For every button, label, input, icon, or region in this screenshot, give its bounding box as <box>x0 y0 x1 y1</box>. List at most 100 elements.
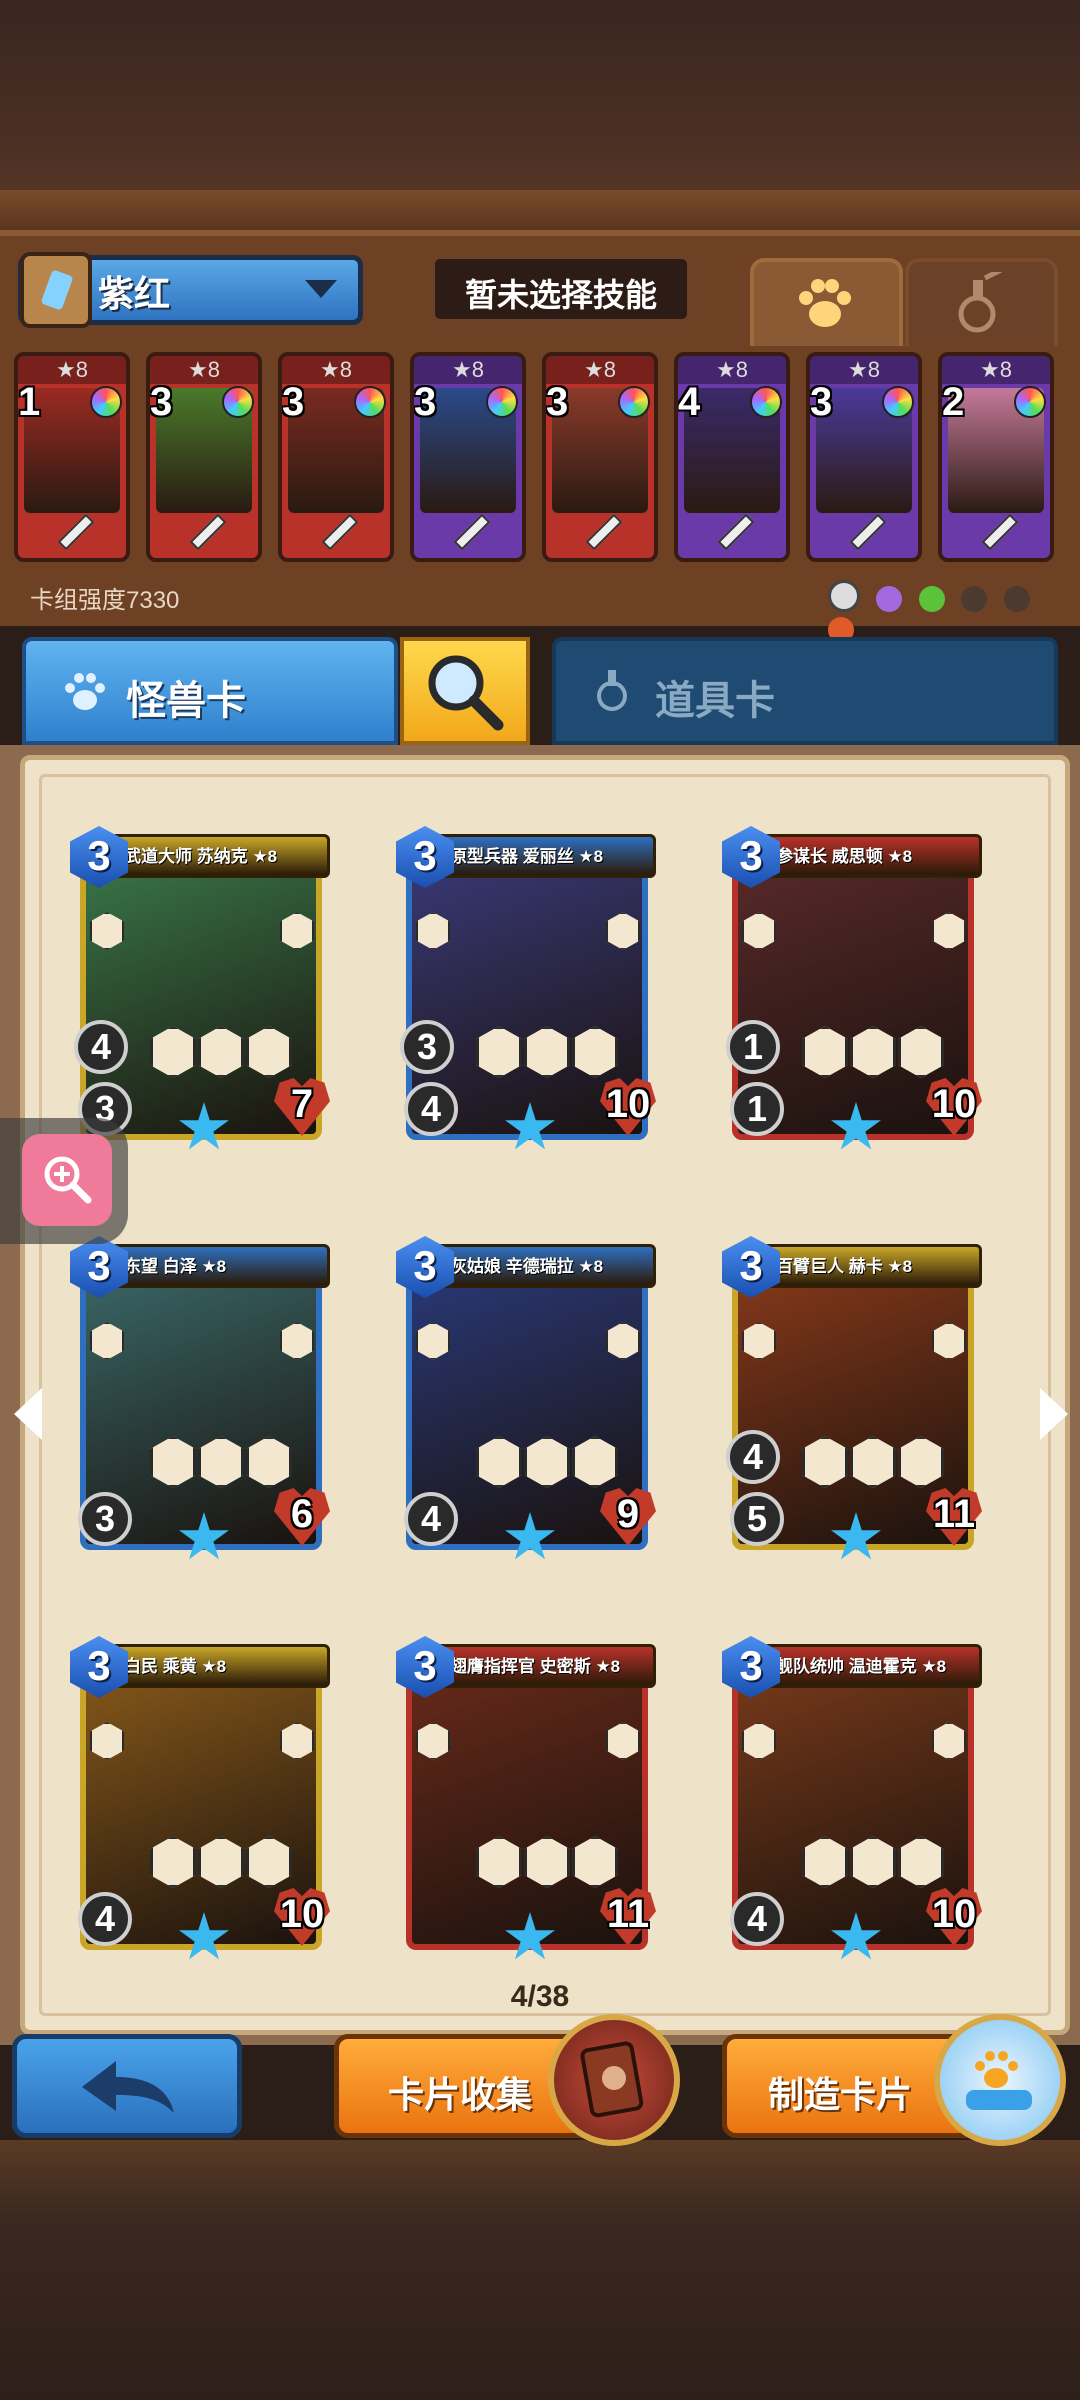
card-collection-label: 卡片收集 <box>388 2074 533 2115</box>
card-attack: 4 <box>94 1898 116 1939</box>
card-secondary-stat: 3 <box>416 1026 438 1067</box>
previous-page-arrow[interactable] <box>14 1388 42 1440</box>
zoom-button[interactable] <box>22 1134 112 1226</box>
card-attack: 3 <box>94 1498 116 1539</box>
deck-card-slot[interactable]: ★8 3 <box>146 352 262 562</box>
page-indicator: 4/38 <box>510 1980 570 2013</box>
rainbow-gem-icon <box>750 386 782 418</box>
skill-label: 暂未选择技能 <box>464 277 657 313</box>
monster-card[interactable]: 百臂巨人 赫卡 ★8 3 4 5 11 <box>722 1230 982 1570</box>
card-attack: 1 <box>746 1088 768 1129</box>
monster-card[interactable]: 灰姑娘 辛德瑞拉 ★8 3 4 9 <box>396 1230 656 1570</box>
card-cost: 3 <box>87 1642 111 1689</box>
card-cost: 3 <box>87 1242 111 1289</box>
dark-element-icon <box>1003 586 1030 612</box>
card-secondary-stat: 1 <box>742 1026 764 1067</box>
card-hp: 10 <box>931 1082 977 1126</box>
next-page-arrow[interactable] <box>1040 1388 1068 1440</box>
deck-card-cost: 3 <box>810 380 833 424</box>
card-attack: 5 <box>746 1498 768 1539</box>
potion-icon <box>597 670 627 711</box>
purple-element-icon <box>876 586 903 612</box>
deck-card-slot[interactable]: ★8 3 <box>542 352 658 562</box>
deck-card-cost: 3 <box>150 380 173 424</box>
card-name: 白民 乘黄 ★8 <box>124 1657 227 1676</box>
monster-card[interactable]: 翅膺指挥官 史密斯 ★8 3 11 <box>396 1630 656 1970</box>
card-cost: 3 <box>739 832 763 879</box>
rainbow-gem-icon <box>1014 386 1046 418</box>
card-name: 武道大师 苏纳克 ★8 <box>124 847 278 866</box>
card-hp: 11 <box>932 1492 976 1536</box>
deck-power: 卡组强度7330 <box>30 587 180 614</box>
sword-icon <box>981 513 1019 551</box>
potion-icon <box>958 272 1003 333</box>
monster-card[interactable]: 东望 白泽 ★8 3 3 6 <box>70 1230 330 1570</box>
monster-card[interactable]: 原型兵器 爱丽丝 ★8 3 3 4 10 <box>396 820 656 1160</box>
card-name: 灰姑娘 辛德瑞拉 ★8 <box>450 1257 604 1276</box>
sword-icon <box>849 513 887 551</box>
card-cost: 3 <box>413 1242 437 1289</box>
tab-monster-deck[interactable] <box>750 258 903 346</box>
deck-card-cost: 3 <box>282 380 305 424</box>
deck-card-slot[interactable]: ★8 3 <box>410 352 526 562</box>
paw-jar-icon <box>966 2051 1032 2110</box>
deck-card-slot[interactable]: ★8 3 <box>278 352 394 562</box>
monster-card[interactable]: 参谋长 威思顿 ★8 3 1 1 10 <box>722 820 982 1160</box>
card-attack: 4 <box>420 1088 442 1129</box>
zoom-in-icon <box>44 1156 92 1204</box>
dark-element-icon <box>961 586 988 612</box>
craft-card-label: 制造卡片 <box>768 2074 913 2115</box>
card-name: 参谋长 威思顿 ★8 <box>776 847 913 866</box>
deck-card-slot[interactable]: ★8 4 <box>674 352 790 562</box>
neutral-element-icon <box>828 580 860 612</box>
monster-card[interactable]: 白民 乘黄 ★8 3 4 10 <box>70 1630 330 1970</box>
card-secondary-stat: 4 <box>742 1436 764 1477</box>
card-attack: 4 <box>420 1498 442 1539</box>
craft-card-icon[interactable] <box>934 2014 1066 2146</box>
back-arrow-icon <box>82 2061 174 2113</box>
search-button[interactable] <box>400 637 530 745</box>
deck-book-icon <box>20 252 92 328</box>
card-hp: 6 <box>290 1492 314 1536</box>
monster-card[interactable]: 舰队统帅 温迪霍克 ★8 3 4 10 <box>722 1630 982 1970</box>
monster-card[interactable]: 武道大师 苏纳克 ★8 3 4 3 7 <box>70 820 330 1160</box>
deck-card-cost: 4 <box>678 380 701 424</box>
card-name: 翅膺指挥官 史密斯 ★8 <box>450 1657 621 1676</box>
rainbow-gem-icon <box>618 386 650 418</box>
card-secondary-stat: 4 <box>90 1026 112 1067</box>
sword-icon <box>57 513 95 551</box>
card-name: 舰队统帅 温迪霍克 ★8 <box>776 1657 947 1676</box>
chevron-down-icon[interactable] <box>305 280 337 298</box>
card-name: 原型兵器 爱丽丝 ★8 <box>450 847 604 866</box>
card-cost: 3 <box>413 1642 437 1689</box>
card-hp: 10 <box>931 1892 977 1936</box>
card-icon <box>580 2041 644 2118</box>
tab-monster-label: 怪兽卡 <box>126 679 246 723</box>
back-button[interactable] <box>12 2034 242 2138</box>
sword-icon <box>453 513 491 551</box>
tab-item-deck[interactable] <box>905 258 1058 346</box>
deck-card-slot[interactable]: ★8 3 <box>806 352 922 562</box>
card-name: 东望 白泽 ★8 <box>124 1257 227 1276</box>
deck-name: 紫红 <box>98 273 171 314</box>
card-name: 百臂巨人 赫卡 ★8 <box>776 1257 913 1276</box>
search-icon <box>428 655 504 731</box>
card-hp: 7 <box>290 1082 314 1126</box>
deck-card-cost: 3 <box>414 380 437 424</box>
sword-icon <box>321 513 359 551</box>
card-cost: 3 <box>413 832 437 879</box>
card-hp: 9 <box>616 1492 640 1536</box>
green-element-icon <box>918 586 945 612</box>
card-hp: 11 <box>606 1892 650 1936</box>
sword-icon <box>717 513 755 551</box>
deck-card-slot[interactable]: ★8 2 <box>938 352 1054 562</box>
paw-icon <box>799 279 851 327</box>
sword-icon <box>189 513 227 551</box>
rainbow-gem-icon <box>354 386 386 418</box>
tab-item-label: 道具卡 <box>655 679 775 723</box>
card-collection-icon[interactable] <box>548 2014 680 2146</box>
deck-card-cost: 1 <box>18 380 41 424</box>
deck-card-slot[interactable]: ★8 1 <box>14 352 130 562</box>
card-cost: 3 <box>739 1242 763 1289</box>
rainbow-gem-icon <box>882 386 914 418</box>
